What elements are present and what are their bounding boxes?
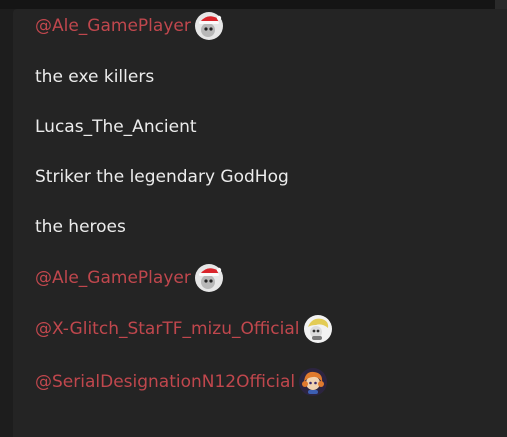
user-mention-link[interactable]: @Ale_GamePlayer [35,268,191,288]
mention-row: @SerialDesignationN12Official [35,367,328,397]
user-mention-link[interactable]: @X-Glitch_StarTF_mizu_Official [35,319,300,339]
yellow-hair-avatar-icon[interactable] [303,315,332,343]
user-mention-link[interactable]: @Ale_GamePlayer [35,16,191,36]
top-bar [0,0,507,9]
text-row: Striker the legendary GodHog [35,162,289,192]
santa-hat-avatar-icon[interactable] [194,12,223,40]
mention-row: @X-Glitch_StarTF_mizu_Official [35,314,332,344]
message-text: Striker the legendary GodHog [35,167,289,187]
santa-hat-avatar-icon[interactable] [194,264,223,292]
text-row: Lucas_The_Ancient [35,112,197,142]
mention-row: @Ale_GamePlayer [35,11,223,41]
message-text: the heroes [35,217,126,237]
top-bar-tab-edge [495,0,507,9]
user-mention-link[interactable]: @SerialDesignationN12Official [35,372,295,392]
message-text: Lucas_The_Ancient [35,117,197,137]
message-text: the exe killers [35,67,155,87]
orange-hair-avatar-icon[interactable] [299,368,328,396]
text-row: the exe killers [35,62,154,92]
mention-row: @Ale_GamePlayer [35,263,223,293]
text-row: the heroes [35,212,126,242]
